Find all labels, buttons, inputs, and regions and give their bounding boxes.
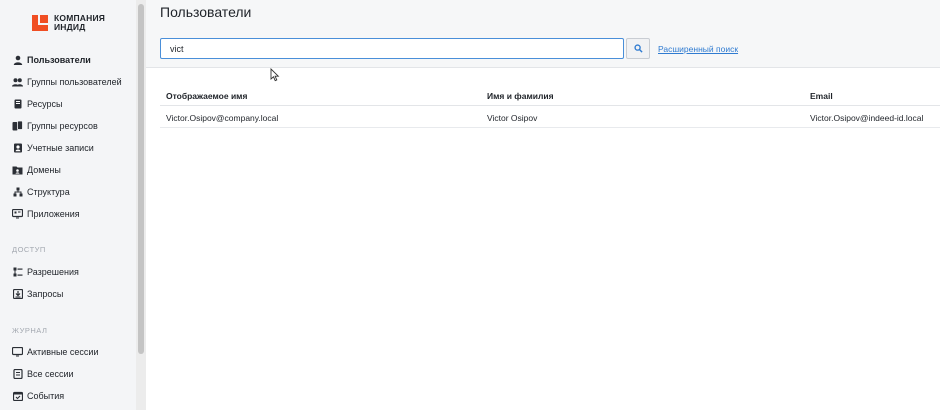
requests-icon (12, 289, 23, 300)
sidebar-item-label: Ресурсы (27, 99, 63, 109)
sidebar-item-accounts[interactable]: Учетные записи (12, 140, 94, 156)
users-icon (12, 77, 23, 88)
resource-icon (12, 99, 23, 110)
sidebar-item-all-sessions[interactable]: Все сессии (12, 366, 74, 382)
sidebar-item-user-groups[interactable]: Группы пользователей (12, 74, 122, 90)
logo-mark-icon (32, 15, 48, 31)
table-header-row: Отображаемое имя Имя и фамилия Email (160, 84, 940, 106)
app-icon (12, 209, 23, 220)
advanced-search-link[interactable]: Расширенный поиск (658, 44, 738, 54)
sessions-icon (12, 369, 23, 380)
sidebar-item-requests[interactable]: Запросы (12, 286, 63, 302)
table-row[interactable]: Victor.Osipov@company.local Victor Osipo… (160, 106, 940, 128)
sidebar-item-label: Запросы (27, 289, 64, 299)
sidebar-item-label: Структура (27, 187, 70, 197)
monitor-icon (12, 347, 23, 358)
sidebar-item-label: Разрешения (27, 267, 79, 277)
permissions-icon (12, 267, 23, 278)
page-title: Пользователи (160, 4, 252, 20)
sidebar-item-users[interactable]: Пользователи (12, 52, 91, 68)
section-journal-heading: ЖУРНАЛ (12, 326, 48, 335)
sidebar-item-label: Домены (27, 165, 61, 175)
company-name: КОМПАНИЯ ИНДИД (54, 14, 105, 32)
resource-group-icon (12, 121, 23, 132)
sidebar-item-label: Приложения (27, 209, 80, 219)
sidebar-item-structure[interactable]: Структура (12, 184, 70, 200)
sidebar-item-label: Активные сессии (27, 347, 99, 357)
company-name-line2: ИНДИД (54, 22, 86, 32)
cell-display-name: Victor.Osipov@company.local (166, 113, 279, 123)
company-logo[interactable]: КОМПАНИЯ ИНДИД (32, 14, 105, 32)
cell-full-name: Victor Osipov (487, 113, 538, 123)
search-input[interactable] (160, 38, 624, 59)
sidebar-item-label: Пользователи (27, 55, 91, 65)
column-header-full-name[interactable]: Имя и фамилия (487, 91, 554, 101)
section-access-heading: ДОСТУП (12, 245, 46, 254)
sidebar-item-label: Учетные записи (27, 143, 94, 153)
structure-icon (12, 187, 23, 198)
sidebar-item-active-sessions[interactable]: Активные сессии (12, 344, 98, 360)
sidebar-scrollbar-thumb[interactable] (138, 4, 144, 354)
sidebar-item-label: Группы пользователей (27, 77, 122, 87)
cell-email: Victor.Osipov@indeed-id.local (810, 113, 924, 123)
sidebar-item-label: Все сессии (27, 369, 74, 379)
sidebar-item-resources[interactable]: Ресурсы (12, 96, 63, 112)
sidebar-item-events[interactable]: События (12, 388, 64, 404)
search-button[interactable] (626, 38, 650, 59)
events-icon (12, 391, 23, 402)
sidebar-item-label: Группы ресурсов (27, 121, 98, 131)
account-icon (12, 143, 23, 154)
column-header-display-name[interactable]: Отображаемое имя (166, 91, 247, 101)
sidebar-item-label: События (27, 391, 65, 401)
domain-icon (12, 165, 23, 176)
sidebar-item-domains[interactable]: Домены (12, 162, 61, 178)
column-header-email[interactable]: Email (810, 91, 833, 101)
sidebar-item-applications[interactable]: Приложения (12, 206, 80, 222)
sidebar-item-permissions[interactable]: Разрешения (12, 264, 79, 280)
text-cursor-icon (270, 67, 280, 87)
sidebar-item-resource-groups[interactable]: Группы ресурсов (12, 118, 98, 134)
user-icon (12, 55, 23, 66)
main-header: Пользователи Расширенный поиск (146, 0, 940, 68)
search-icon (633, 44, 643, 53)
